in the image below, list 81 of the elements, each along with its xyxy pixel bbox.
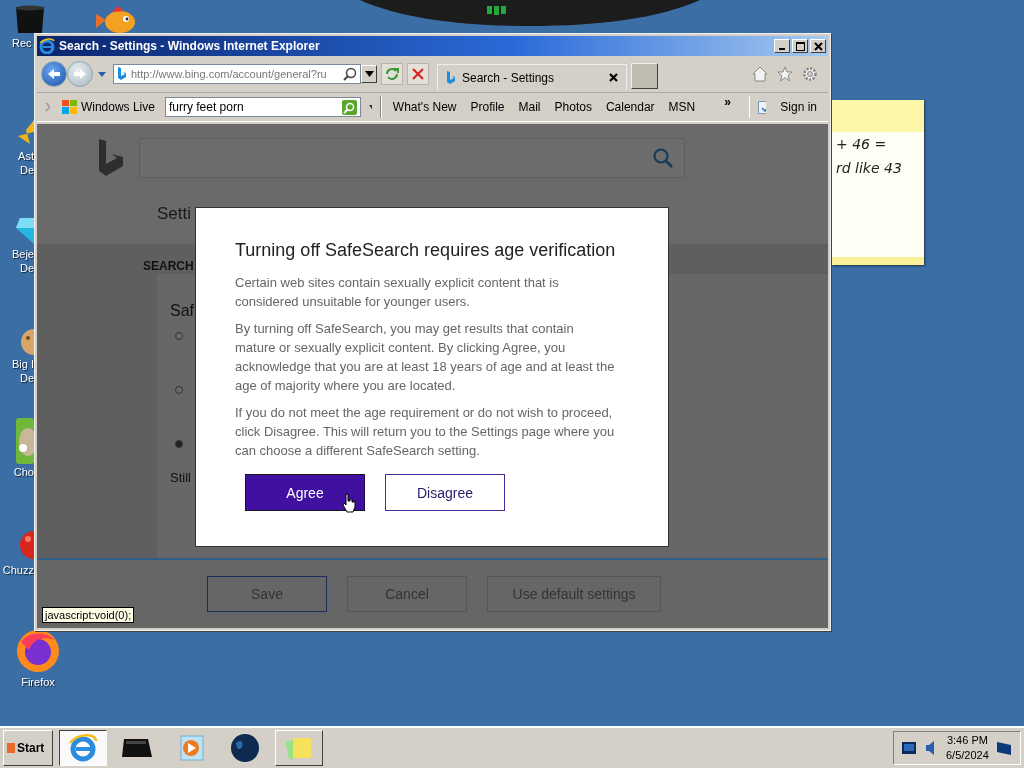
dialog-title: Turning off SafeSearch requires age verification (235, 240, 616, 261)
icon-label: Big I (12, 358, 34, 370)
checkbox-icon[interactable] (758, 100, 767, 114)
icon-label: Ast (18, 150, 34, 162)
home-icon[interactable] (752, 66, 768, 82)
icon-label: De (19, 372, 34, 384)
dropdown-button[interactable] (361, 65, 377, 83)
dropdown-icon[interactable] (368, 104, 373, 110)
icon-label: Beje (11, 248, 34, 260)
flag-icon (7, 743, 15, 753)
caret-icon (364, 71, 374, 77)
stop-button[interactable] (407, 63, 429, 85)
icon-label: Chuzz (2, 564, 34, 576)
toolbar-link[interactable]: Photos (554, 100, 592, 114)
window-title: Search - Settings - Windows Internet Explorer (59, 39, 321, 53)
url-text: http://www.bing.com/account/general?ru (131, 68, 328, 80)
dialog-paragraph: If you do not meet the age requirement or do not wish to proceed, click Disagree. This will return you to the Settings page where you can choose a different SafeSearch setting. (235, 404, 616, 460)
search-icon[interactable] (343, 67, 357, 81)
desktop-icon[interactable] (996, 741, 1011, 755)
toolbar-link[interactable]: MSN (668, 100, 696, 114)
search-field[interactable] (139, 138, 685, 178)
note-text: rd like 43 (835, 160, 903, 176)
bing-icon (117, 67, 127, 81)
browser-tab[interactable]: Search - Settings (437, 64, 627, 90)
new-tab-button[interactable] (631, 63, 658, 89)
radio-button[interactable] (175, 386, 183, 394)
browser-icon (39, 38, 55, 54)
browser-icon (68, 733, 98, 763)
windows-logo-icon (61, 100, 77, 114)
note-text: + 46 = (835, 136, 888, 152)
dropdown-icon[interactable] (97, 70, 107, 78)
icon-label: Cho (13, 466, 34, 478)
status-tooltip: javascript:void(0); (42, 607, 135, 623)
hand-cursor-icon (342, 493, 356, 513)
icon-label: De (19, 262, 34, 274)
search-field[interactable]: furry feet porn (164, 97, 361, 117)
agree-button[interactable]: Agree (245, 474, 365, 511)
arrow-right-icon (73, 68, 87, 80)
monitor-icon[interactable] (902, 742, 916, 754)
minimize-button[interactable] (774, 39, 790, 53)
maximize-icon (795, 41, 805, 51)
search-icon (343, 101, 356, 114)
disagree-button[interactable]: Disagree (385, 474, 505, 511)
sign-in-link[interactable]: Sign in (780, 100, 817, 114)
more-link[interactable]: » (724, 95, 731, 109)
icon-label: Firefox (21, 676, 55, 688)
toolbar-link[interactable]: Mail (518, 100, 541, 114)
radio-button[interactable] (175, 440, 183, 448)
refresh-icon (385, 67, 399, 81)
page-heading: Setti (157, 204, 192, 224)
icon-label: Rec (12, 37, 32, 49)
card-title: Saf (170, 302, 194, 320)
play-icon (177, 734, 205, 762)
back-button[interactable] (41, 61, 67, 87)
fox-icon[interactable] (15, 628, 61, 674)
brand-label: Windows Live (80, 100, 155, 114)
settings-icon[interactable] (802, 66, 818, 82)
dog-icon[interactable] (14, 418, 34, 464)
bing-icon (446, 70, 456, 85)
toolbar-link[interactable]: What's New (392, 100, 457, 114)
arrow-left-icon (47, 68, 61, 80)
bing-logo-icon (97, 139, 125, 177)
start-button[interactable]: Start (3, 730, 53, 766)
x-icon (412, 68, 424, 80)
icon-label: De (19, 164, 34, 176)
taskbar-button[interactable] (59, 730, 107, 766)
clock-time: 3:46 PM (946, 733, 988, 748)
globe-icon (230, 733, 260, 763)
section-heading: SEARCH (143, 259, 194, 273)
maximize-button[interactable] (792, 39, 808, 53)
close-button[interactable] (810, 39, 826, 53)
forward-button[interactable] (67, 61, 93, 87)
star-icon[interactable] (777, 66, 793, 82)
clock-date: 6/5/2024 (946, 748, 989, 763)
radio-button[interactable] (175, 332, 183, 340)
dialog-paragraph: By turning off SafeSearch, you may get results that contain mature or sexually explicit content. By clicking Agree, you acknowledge that you are at least 18 years of age and at least the age of majority where you are located. (235, 320, 616, 395)
toolbar-link[interactable]: Profile (470, 100, 505, 114)
toolbar-link[interactable]: Calendar (605, 100, 655, 114)
dialog-paragraph: Certain web sites contain sexually explicit content that is considered unsuitable for younger users. (235, 274, 560, 311)
address-bar[interactable]: http://www.bing.com/account/general?ru (113, 64, 361, 84)
note-text: Still (170, 470, 192, 485)
